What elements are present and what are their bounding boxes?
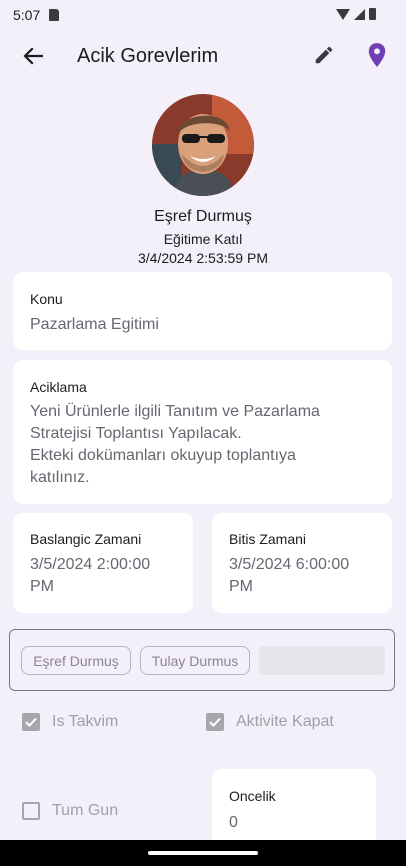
assignee-input-placeholder[interactable]	[259, 646, 385, 675]
subject-label: Konu	[30, 291, 63, 307]
home-handle[interactable]	[148, 851, 258, 855]
assignee-field[interactable]: Eşref Durmuş Tulay Durmus	[9, 629, 395, 691]
battery-icon	[369, 8, 376, 20]
priority-value: 0	[229, 814, 238, 831]
aktivite-kapat-checkbox[interactable]	[206, 713, 224, 731]
arrow-left-icon	[23, 47, 43, 65]
wifi-icon	[336, 8, 350, 20]
person-name: Eşref Durmuş	[154, 208, 252, 225]
pencil-icon	[315, 46, 333, 64]
tum-gun-label: Tum Gun	[52, 802, 119, 819]
avatar	[152, 94, 254, 196]
aktivite-kapat-checkbox-row[interactable]: Aktivite Kapat	[206, 713, 334, 731]
description-value: Yeni Ürünlerle ilgili Tanıtım ve Pazarla…	[30, 403, 320, 486]
is-takvim-label: Is Takvim	[52, 713, 119, 730]
description-label: Aciklama	[30, 379, 87, 395]
status-time: 5:07	[13, 7, 41, 23]
tum-gun-checkbox[interactable]	[22, 802, 40, 820]
sd-card-icon	[49, 9, 59, 21]
location-button[interactable]	[366, 42, 392, 70]
end-time-label: Bitis Zamani	[229, 531, 307, 547]
subject-value: Pazarlama Egitimi	[30, 316, 159, 333]
start-time-label: Baslangic Zamani	[30, 531, 142, 547]
tum-gun-checkbox-row[interactable]: Tum Gun	[22, 802, 118, 820]
subject-card: Konu Pazarlama Egitimi	[13, 272, 392, 350]
assignee-chip[interactable]: Eşref Durmuş	[21, 646, 131, 675]
back-button[interactable]	[20, 43, 46, 69]
start-time-value: 3/5/2024 2:00:00 PM	[30, 556, 151, 595]
end-time-card: Bitis Zamani 3/5/2024 6:00:00 PM	[212, 513, 392, 613]
app-bar: Acik Gorevlerim	[0, 32, 406, 82]
signal-icon	[354, 8, 365, 20]
edit-button[interactable]	[313, 44, 339, 70]
is-takvim-checkbox[interactable]	[22, 713, 40, 731]
check-icon	[25, 717, 37, 727]
assignee-chip[interactable]: Tulay Durmus	[140, 646, 250, 675]
created-date: 3/4/2024 2:53:59 PM	[138, 250, 268, 266]
status-icons	[336, 8, 376, 20]
end-time-value: 3/5/2024 6:00:00 PM	[229, 556, 350, 595]
aktivite-kapat-label: Aktivite Kapat	[236, 713, 334, 730]
task-subtitle: Eğitime Katıl	[163, 231, 243, 247]
description-card: Aciklama Yeni Ürünlerle ilgili Tanıtım v…	[13, 360, 392, 504]
priority-card[interactable]: Oncelik 0	[212, 769, 376, 849]
priority-label: Oncelik	[229, 788, 276, 804]
is-takvim-checkbox-row[interactable]: Is Takvim	[22, 713, 118, 731]
start-time-card: Baslangic Zamani 3/5/2024 2:00:00 PM	[13, 513, 193, 613]
page-title: Acik Gorevlerim	[77, 45, 219, 67]
system-nav-bar	[0, 840, 406, 866]
check-icon	[209, 717, 221, 727]
map-pin-icon	[368, 43, 386, 67]
status-bar: 5:07	[0, 0, 406, 32]
